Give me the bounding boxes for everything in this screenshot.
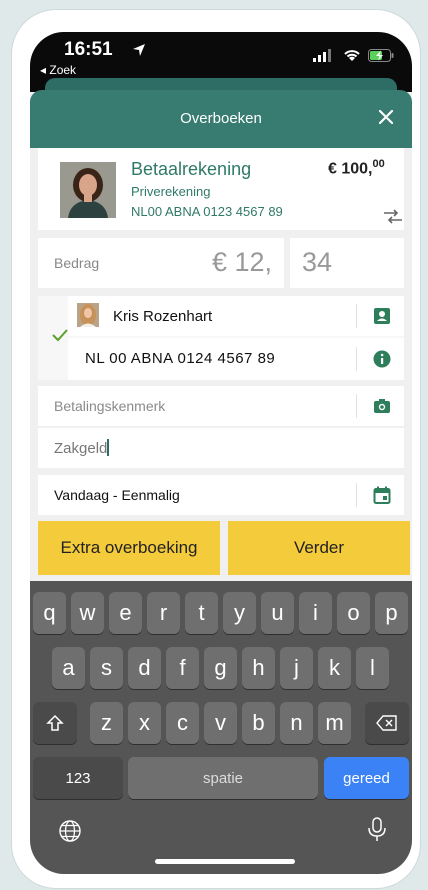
battery-charging-icon bbox=[368, 49, 394, 62]
divider bbox=[356, 483, 357, 507]
schedule-field[interactable]: Vandaag - Eenmalig bbox=[38, 475, 404, 515]
key[interactable]: t bbox=[185, 592, 218, 634]
divider bbox=[356, 347, 357, 371]
key[interactable]: l bbox=[356, 647, 389, 689]
beneficiary-iban-row[interactable]: NL 00 ABNA 0124 4567 89 bbox=[68, 338, 404, 380]
keyboard: q w e r t y u i o p a s d f g h j k l z … bbox=[30, 581, 412, 874]
beneficiary-iban: NL 00 ABNA 0124 4567 89 bbox=[85, 350, 276, 367]
numbers-key[interactable]: 123 bbox=[33, 757, 123, 799]
close-icon[interactable] bbox=[375, 106, 397, 128]
account-iban: NL00 ABNA 0123 4567 89 bbox=[131, 204, 283, 219]
key[interactable]: s bbox=[90, 647, 123, 689]
amount-label: Bedrag bbox=[54, 255, 100, 271]
key[interactable]: h bbox=[242, 647, 275, 689]
camera-icon[interactable] bbox=[373, 397, 391, 415]
beneficiary-name-row[interactable]: Kris Rozenhart bbox=[68, 296, 404, 336]
globe-icon[interactable] bbox=[58, 819, 82, 843]
account-balance: € 100,00 bbox=[328, 158, 385, 178]
contact-card-icon[interactable] bbox=[373, 307, 391, 325]
wifi-icon bbox=[344, 50, 360, 61]
backspace-key[interactable] bbox=[365, 702, 409, 744]
text-cursor bbox=[107, 439, 110, 456]
balance-cents: 00 bbox=[372, 158, 385, 170]
key[interactable]: o bbox=[337, 592, 370, 634]
key[interactable]: j bbox=[280, 647, 313, 689]
key[interactable]: q bbox=[33, 592, 66, 634]
key[interactable]: e bbox=[109, 592, 142, 634]
status-time: 16:51 bbox=[64, 39, 113, 60]
key[interactable]: n bbox=[280, 702, 313, 744]
swap-arrows-icon[interactable] bbox=[382, 208, 404, 226]
key[interactable]: y bbox=[223, 592, 256, 634]
phone-screen: 16:51 ◂ Zoek Overboeken Betaalrekening P… bbox=[30, 32, 412, 874]
key[interactable]: g bbox=[204, 647, 237, 689]
key[interactable]: z bbox=[90, 702, 123, 744]
info-icon[interactable] bbox=[373, 350, 391, 368]
payment-reference-placeholder: Betalingskenmerk bbox=[54, 398, 166, 414]
shift-key[interactable] bbox=[33, 702, 77, 744]
home-indicator bbox=[155, 859, 295, 864]
key[interactable]: b bbox=[242, 702, 275, 744]
key[interactable]: a bbox=[52, 647, 85, 689]
backspace-icon bbox=[376, 715, 397, 731]
back-to-search-link[interactable]: ◂ Zoek bbox=[40, 63, 76, 77]
divider bbox=[356, 304, 357, 328]
next-button[interactable]: Verder bbox=[228, 521, 410, 575]
beneficiary-avatar bbox=[77, 303, 99, 327]
payment-reference-field[interactable]: Betalingskenmerk bbox=[38, 386, 404, 426]
key[interactable]: r bbox=[147, 592, 180, 634]
divider bbox=[356, 394, 357, 418]
key[interactable]: m bbox=[318, 702, 351, 744]
key[interactable]: d bbox=[128, 647, 161, 689]
key[interactable]: c bbox=[166, 702, 199, 744]
shift-icon bbox=[46, 714, 64, 731]
location-arrow-icon bbox=[133, 44, 145, 56]
beneficiary-name: Kris Rozenhart bbox=[113, 308, 213, 325]
key[interactable]: u bbox=[261, 592, 294, 634]
amount-cents-value: 34 bbox=[302, 247, 333, 277]
description-text: Zakgeld bbox=[54, 440, 108, 457]
key[interactable]: x bbox=[128, 702, 161, 744]
account-type: Priverekening bbox=[131, 184, 211, 199]
key[interactable]: w bbox=[71, 592, 104, 634]
amount-euros-value: € 12, bbox=[212, 247, 273, 277]
amount-cents-field[interactable]: 34 bbox=[290, 238, 404, 288]
key[interactable]: k bbox=[318, 647, 351, 689]
balance-main: € 100, bbox=[328, 160, 373, 178]
key[interactable]: f bbox=[166, 647, 199, 689]
key[interactable]: p bbox=[375, 592, 408, 634]
account-avatar bbox=[60, 162, 116, 218]
account-name: Betaalrekening bbox=[131, 159, 252, 179]
key[interactable]: i bbox=[299, 592, 332, 634]
description-value: Zakgeld bbox=[54, 439, 110, 457]
amount-euros-field[interactable]: Bedrag € 12, bbox=[38, 238, 284, 288]
description-field[interactable]: Zakgeld bbox=[38, 428, 404, 468]
modal-header: Overboeken bbox=[30, 90, 412, 148]
check-icon bbox=[52, 329, 68, 342]
microphone-icon[interactable] bbox=[367, 817, 387, 843]
from-account-card[interactable]: Betaalrekening Priverekening NL00 ABNA 0… bbox=[38, 148, 404, 230]
space-key[interactable]: spatie bbox=[128, 757, 318, 799]
signal-icon bbox=[313, 49, 331, 62]
calendar-icon[interactable] bbox=[373, 486, 391, 504]
extra-transfer-button[interactable]: Extra overboeking bbox=[38, 521, 220, 575]
schedule-value: Vandaag - Eenmalig bbox=[54, 487, 180, 503]
page-title: Overboeken bbox=[180, 110, 262, 127]
done-key[interactable]: gereed bbox=[324, 757, 409, 799]
key[interactable]: v bbox=[204, 702, 237, 744]
